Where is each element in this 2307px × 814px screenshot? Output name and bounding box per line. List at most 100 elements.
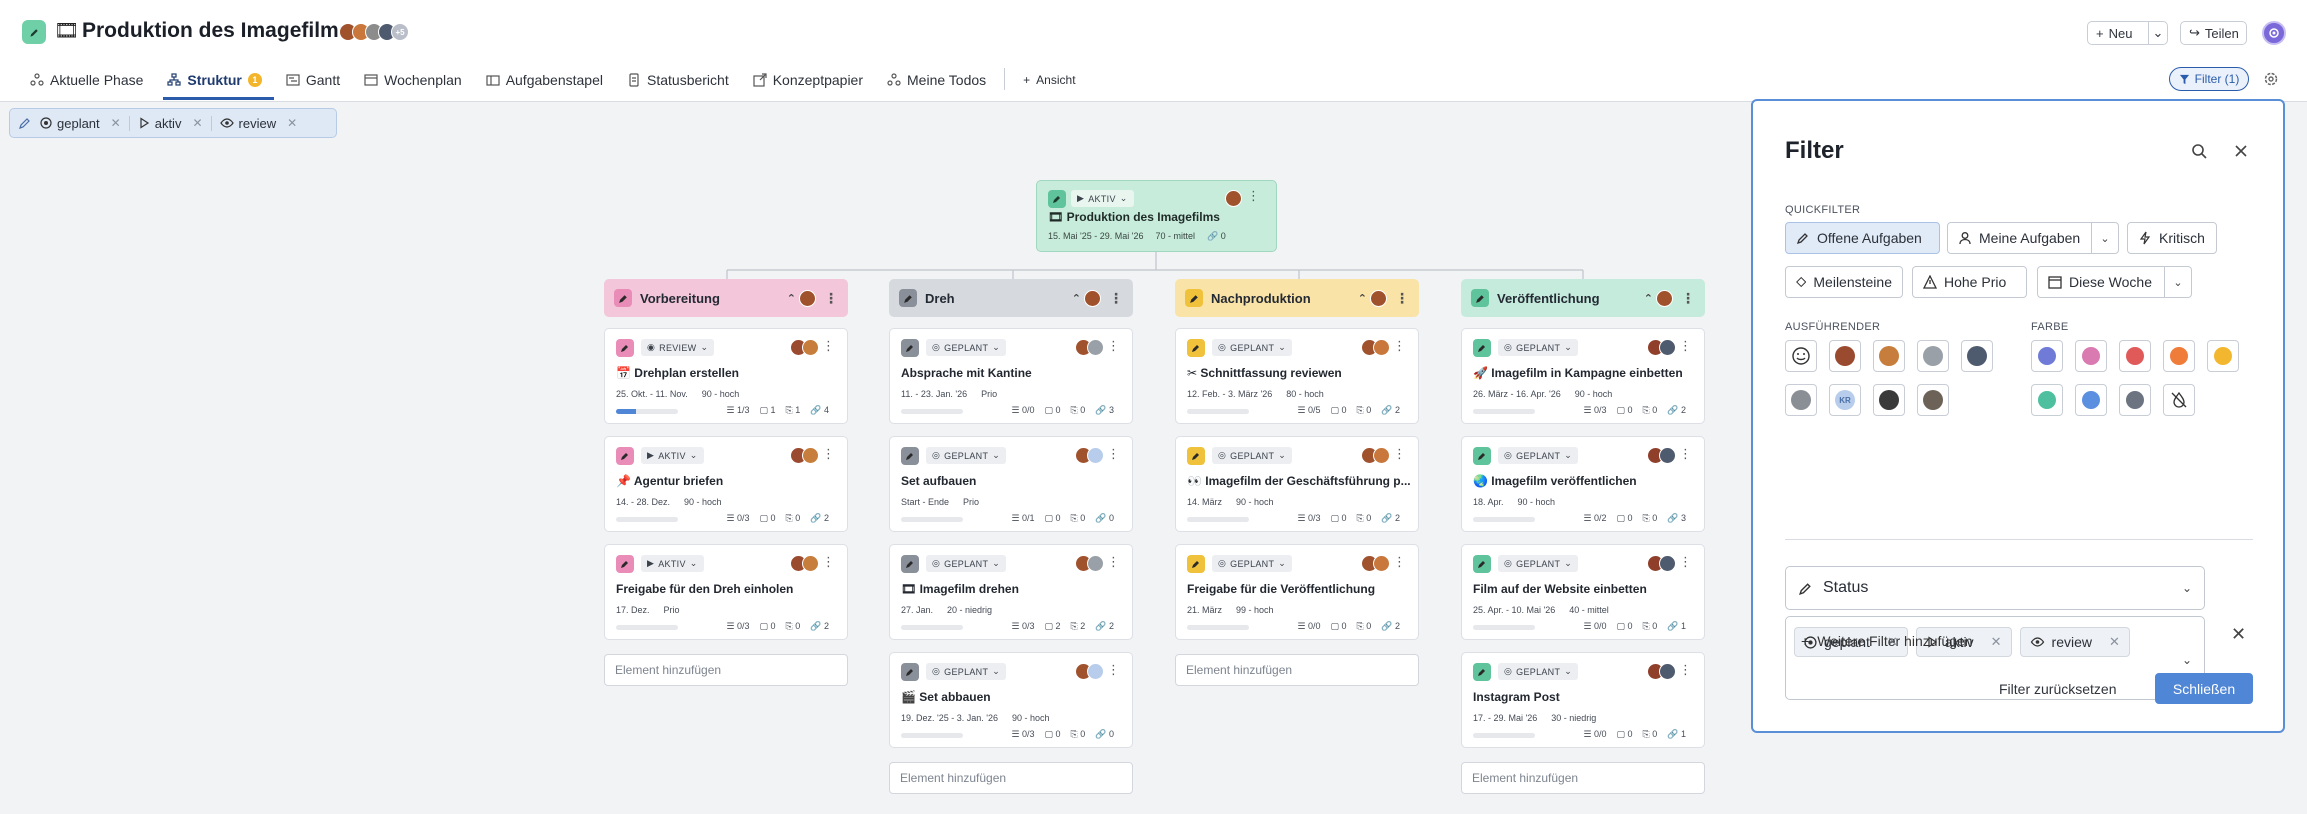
collapse-chevron-icon[interactable]: ⌃ [1358, 292, 1367, 305]
task-title[interactable]: 🚀 Imagefilm in Kampagne einbetten [1473, 366, 1683, 380]
task-title[interactable]: Freigabe für den Dreh einholen [616, 582, 793, 596]
kebab-menu-icon[interactable]: ⋮ [1393, 446, 1406, 462]
kebab-menu-icon[interactable]: ⋮ [1109, 290, 1123, 307]
task-card[interactable]: ◎ GEPLANT ⌄ ⋮ Instagram Post 17. - 29. Mai '2… [1461, 652, 1705, 748]
add-element-input[interactable]: Element hinzufügen [1175, 654, 1419, 686]
collapse-chevron-icon[interactable]: ⌃ [787, 292, 796, 305]
add-element-input[interactable]: Element hinzufügen [604, 654, 848, 686]
add-element-input[interactable]: Element hinzufügen [1461, 762, 1705, 794]
task-title[interactable]: Set aufbauen [901, 474, 976, 488]
assignee-avatars[interactable] [1647, 663, 1676, 680]
assignee-avatars[interactable] [790, 555, 819, 572]
assignee-avatar[interactable] [1917, 340, 1949, 372]
task-title[interactable]: ✂ Schnittfassung reviewen [1187, 366, 1342, 380]
assignee-avatar[interactable] [1785, 384, 1817, 416]
task-title[interactable]: 👀 Imagefilm der Geschäftsführung p... [1187, 474, 1411, 488]
task-card[interactable]: ◎ GEPLANT ⌄ ⋮ 🎬 Set abbauen 19. Dez. '25 - 3.… [889, 652, 1133, 748]
close-icon[interactable]: ✕ [111, 116, 121, 130]
filter-chip-review[interactable]: review ✕ [219, 116, 306, 131]
kebab-menu-icon[interactable]: ⋮ [824, 290, 838, 307]
status-badge[interactable]: ◎ GEPLANT ⌄ [926, 555, 1007, 572]
kebab-menu-icon[interactable]: ⋮ [1395, 290, 1409, 307]
task-card[interactable]: ◎ GEPLANT ⌄ ⋮ 🌏 Imagefilm veröffentlichen 18.… [1461, 436, 1705, 532]
status-badge[interactable]: ◎ GEPLANT ⌄ [1212, 339, 1293, 356]
task-card[interactable]: ◎ GEPLANT ⌄ ⋮ Set aufbauen Start - Ende Prio ☰ … [889, 436, 1133, 532]
task-card[interactable]: ◎ GEPLANT ⌄ ⋮ Absprache mit Kantine 11. - 23.… [889, 328, 1133, 424]
member-avatars[interactable]: +5 [339, 23, 409, 41]
assignee-avatars[interactable] [1075, 447, 1104, 464]
kebab-menu-icon[interactable]: ⋮ [1247, 188, 1260, 204]
tab-struktur[interactable]: Struktur 1 [155, 68, 275, 100]
task-card[interactable]: ◎ GEPLANT ⌄ ⋮ 🚀 Imagefilm in Kampagne einbet… [1461, 328, 1705, 424]
close-icon[interactable]: ✕ [2109, 634, 2120, 650]
pencil-icon[interactable] [1187, 447, 1205, 465]
no-color-button[interactable] [2163, 384, 2195, 416]
share-button[interactable]: ↪ Teilen [2180, 21, 2247, 45]
pencil-icon[interactable] [1187, 555, 1205, 573]
assignee-avatars[interactable] [1647, 339, 1676, 356]
task-card[interactable]: ◉ REVIEW ⌄ ⋮ 📅 Drehplan erstellen 25. Okt. - … [604, 328, 848, 424]
color-swatch[interactable] [2075, 384, 2107, 416]
assignee-avatars[interactable] [1361, 447, 1390, 464]
status-values-select[interactable]: geplant ✕ aktiv ✕ review ✕ ⌄ [1785, 616, 2205, 700]
kebab-menu-icon[interactable]: ⋮ [822, 338, 835, 354]
task-title[interactable]: 🎞 Imagefilm drehen [901, 582, 1019, 596]
tab-konzeptpapier[interactable]: Konzeptpapier [741, 68, 875, 100]
root-task-card[interactable]: ▶ AKTIV ⌄ ⋮ 🎞 Produktion des Imagefilms … [1036, 180, 1277, 252]
task-card[interactable]: ◎ GEPLANT ⌄ ⋮ 👀 Imagefilm der Geschäftsführu… [1175, 436, 1419, 532]
task-card[interactable]: ▶ AKTIV ⌄ ⋮ 📌 Agentur briefen 14. - 28. Dez. 9… [604, 436, 848, 532]
column-header[interactable]: Nachproduktion ⌃ ⋮ [1175, 279, 1419, 317]
task-title[interactable]: 📌 Agentur briefen [616, 474, 723, 488]
kebab-menu-icon[interactable]: ⋮ [1679, 338, 1692, 354]
pencil-icon[interactable] [1473, 663, 1491, 681]
collapse-chevron-icon[interactable]: ⌃ [1072, 292, 1081, 305]
search-icon[interactable] [2191, 143, 2207, 159]
user-menu-avatar[interactable] [2262, 21, 2286, 45]
status-badge[interactable]: ◉ REVIEW ⌄ [641, 339, 715, 356]
assignee-any-button[interactable] [1785, 340, 1817, 372]
assignee-avatar[interactable] [1961, 340, 1993, 372]
avatar[interactable] [1370, 289, 1387, 307]
column-header[interactable]: Dreh ⌃ ⋮ [889, 279, 1133, 317]
assignee-avatars[interactable] [1361, 339, 1390, 356]
kebab-menu-icon[interactable]: ⋮ [1107, 446, 1120, 462]
meine-aufgaben-dropdown[interactable]: ⌄ [2091, 222, 2119, 254]
task-title[interactable]: Freigabe für die Veröffentlichung [1187, 582, 1375, 596]
filter-button[interactable]: Filter (1) [2169, 67, 2249, 91]
pencil-icon[interactable] [1473, 555, 1491, 573]
pencil-icon[interactable] [1473, 447, 1491, 465]
quickfilter-diese-woche[interactable]: Diese Woche [2037, 266, 2165, 298]
tab-statusbericht[interactable]: Statusbericht [615, 68, 741, 100]
close-icon[interactable]: ✕ [1991, 634, 2002, 650]
assignee-avatar[interactable] [1829, 340, 1861, 372]
add-element-input[interactable]: Element hinzufügen [889, 762, 1133, 794]
pencil-icon[interactable] [616, 447, 634, 465]
pencil-icon[interactable] [1187, 339, 1205, 357]
status-badge[interactable]: ◎ GEPLANT ⌄ [1212, 555, 1293, 572]
column-title[interactable]: Vorbereitung [640, 291, 720, 306]
status-badge[interactable]: ◎ GEPLANT ⌄ [926, 663, 1007, 680]
kebab-menu-icon[interactable]: ⋮ [1393, 338, 1406, 354]
kebab-menu-icon[interactable]: ⋮ [822, 446, 835, 462]
status-badge[interactable]: ◎ GEPLANT ⌄ [926, 339, 1007, 356]
color-swatch[interactable] [2207, 340, 2239, 372]
pencil-icon[interactable] [901, 447, 919, 465]
avatar[interactable] [1084, 289, 1101, 307]
tab-meine-todos[interactable]: Meine Todos [875, 68, 998, 100]
avatar[interactable] [1656, 289, 1673, 307]
avatar[interactable] [1225, 190, 1242, 207]
pencil-icon[interactable] [614, 289, 632, 307]
close-icon[interactable]: ✕ [287, 116, 297, 130]
quickfilter-offene-aufgaben[interactable]: Offene Aufgaben [1785, 222, 1940, 254]
tab-aufgabenstapel[interactable]: Aufgabenstapel [474, 68, 615, 100]
diese-woche-dropdown[interactable]: ⌄ [2164, 266, 2192, 298]
pencil-icon[interactable] [901, 663, 919, 681]
quickfilter-kritisch[interactable]: Kritisch [2127, 222, 2217, 254]
kebab-menu-icon[interactable]: ⋮ [1679, 554, 1692, 570]
column-title[interactable]: Dreh [925, 291, 955, 306]
status-badge[interactable]: ▶ AKTIV ⌄ [1071, 190, 1134, 207]
kebab-menu-icon[interactable]: ⋮ [1393, 554, 1406, 570]
color-swatch[interactable] [2119, 340, 2151, 372]
filter-chip-geplant[interactable]: geplant ✕ [40, 115, 130, 131]
column-title[interactable]: Nachproduktion [1211, 291, 1311, 306]
